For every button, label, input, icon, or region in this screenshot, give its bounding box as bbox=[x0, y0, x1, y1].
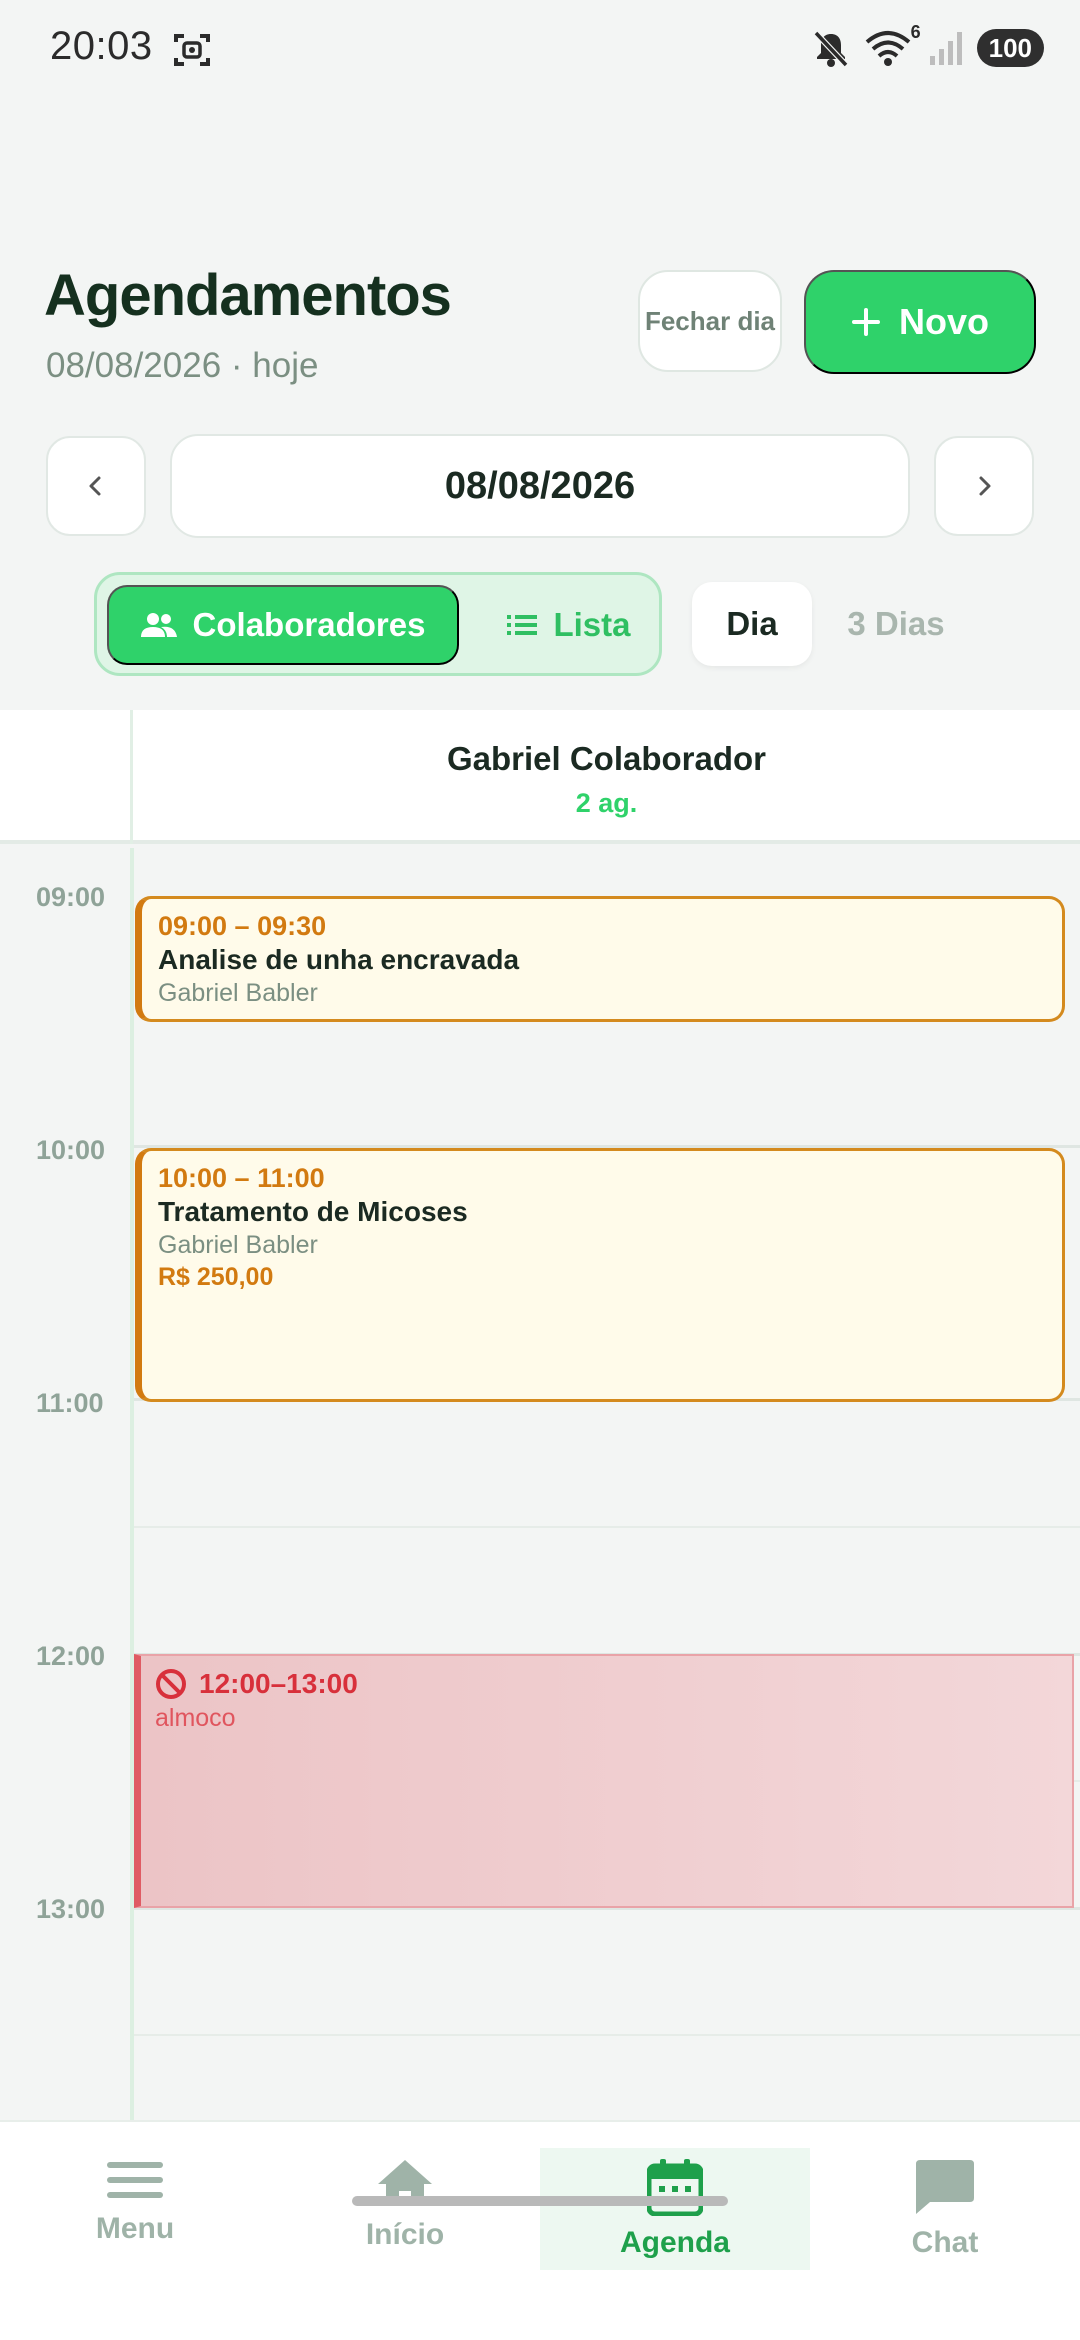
tab-home-label: Início bbox=[365, 2218, 445, 2251]
day-timeline[interactable]: 09:00 10:00 11:00 12:00 13:00 09:00 – 09… bbox=[0, 848, 1080, 2120]
tab-agenda[interactable]: Agenda bbox=[540, 2148, 810, 2270]
next-day-button[interactable] bbox=[934, 436, 1034, 536]
list-icon bbox=[507, 615, 538, 635]
screenshot-icon bbox=[174, 34, 210, 66]
bottom-navigation: Menu Início Agenda Chat bbox=[0, 2120, 1080, 2340]
chevron-right-icon bbox=[979, 476, 991, 496]
view-list-label: Lista bbox=[553, 606, 631, 643]
current-date[interactable]: 08/08/2026 bbox=[170, 434, 910, 538]
battery-indicator: 100 bbox=[976, 29, 1044, 67]
hour-label: 11:00 bbox=[36, 1388, 104, 1418]
hour-label: 12:00 bbox=[36, 1641, 106, 1671]
half-hour-line bbox=[134, 2034, 1080, 2036]
prohibited-icon bbox=[156, 1669, 186, 1699]
new-appointment-button[interactable]: Novo bbox=[804, 270, 1036, 374]
hour-label: 13:00 bbox=[36, 1894, 106, 1924]
plus-icon bbox=[852, 308, 880, 336]
blocked-time-label: 12:00–13:00 bbox=[199, 1668, 358, 1699]
page-title: Agendamentos bbox=[44, 263, 452, 328]
appointment-title: Analise de unha encravada bbox=[158, 944, 520, 975]
blocked-reason: almoco bbox=[155, 1704, 236, 1732]
people-icon bbox=[140, 613, 177, 637]
page-subtitle: 08/08/2026 · hoje bbox=[46, 346, 319, 385]
chat-icon bbox=[916, 2160, 974, 2214]
status-time: 20:03 bbox=[50, 24, 153, 68]
blocked-time-slot[interactable]: 12:00–13:00 almoco bbox=[134, 1654, 1074, 1908]
chevron-left-icon bbox=[89, 476, 101, 496]
appointment-price: R$ 250,00 bbox=[158, 1263, 274, 1291]
tab-menu-label: Menu bbox=[95, 2212, 175, 2245]
appointment-card[interactable]: 10:00 – 11:00 Tratamento de Micoses Gabr… bbox=[135, 1148, 1065, 1402]
mode-three-days-button[interactable]: 3 Dias bbox=[836, 582, 956, 666]
view-list-button[interactable]: Lista bbox=[489, 585, 649, 665]
wifi-icon bbox=[865, 31, 910, 66]
hour-label: 09:00 bbox=[36, 882, 106, 912]
previous-day-button[interactable] bbox=[46, 436, 146, 536]
collaborator-column-header: Gabriel Colaborador 2 ag. bbox=[0, 710, 1080, 844]
view-collaborators-button[interactable]: Colaboradores bbox=[107, 585, 459, 665]
view-toggle: Colaboradores Lista bbox=[94, 572, 662, 676]
appointment-client: Gabriel Babler bbox=[158, 1231, 318, 1259]
hour-label: 10:00 bbox=[36, 1135, 106, 1165]
blocked-time: 12:00–13:00 bbox=[155, 1668, 1058, 1700]
mute-icon bbox=[813, 30, 848, 68]
appointment-time: 09:00 – 09:30 bbox=[158, 911, 327, 941]
signal-icon bbox=[929, 32, 962, 65]
view-collaborators-label: Colaboradores bbox=[192, 606, 426, 643]
wifi-badge: 6 bbox=[910, 22, 921, 42]
mode-day-button[interactable]: Dia bbox=[692, 582, 812, 666]
appointment-card[interactable]: 09:00 – 09:30 Analise de unha encravada … bbox=[135, 896, 1065, 1022]
appointment-time: 10:00 – 11:00 bbox=[158, 1163, 325, 1193]
appointment-title: Tratamento de Micoses bbox=[158, 1196, 468, 1227]
half-hour-line bbox=[134, 1526, 1080, 1528]
tab-menu[interactable]: Menu bbox=[0, 2148, 270, 2270]
status-bar: 20:03 6 100 bbox=[0, 0, 1080, 100]
tab-chat-label: Chat bbox=[911, 2226, 979, 2259]
appointment-count: 2 ag. bbox=[575, 788, 638, 818]
appointment-client: Gabriel Babler bbox=[158, 979, 318, 1007]
new-button-label: Novo bbox=[899, 301, 989, 342]
home-indicator[interactable] bbox=[352, 2196, 728, 2206]
wifi-status: 6 bbox=[865, 22, 921, 68]
time-gutter-divider bbox=[130, 848, 134, 2120]
menu-icon bbox=[107, 2162, 163, 2198]
tab-agenda-label: Agenda bbox=[619, 2226, 730, 2259]
tab-home[interactable]: Início bbox=[270, 2148, 540, 2270]
tab-chat[interactable]: Chat bbox=[810, 2148, 1080, 2270]
close-day-button[interactable]: Fechar dia bbox=[638, 270, 782, 372]
calendar-icon bbox=[647, 2159, 703, 2216]
collaborator-name: Gabriel Colaborador bbox=[446, 740, 767, 777]
